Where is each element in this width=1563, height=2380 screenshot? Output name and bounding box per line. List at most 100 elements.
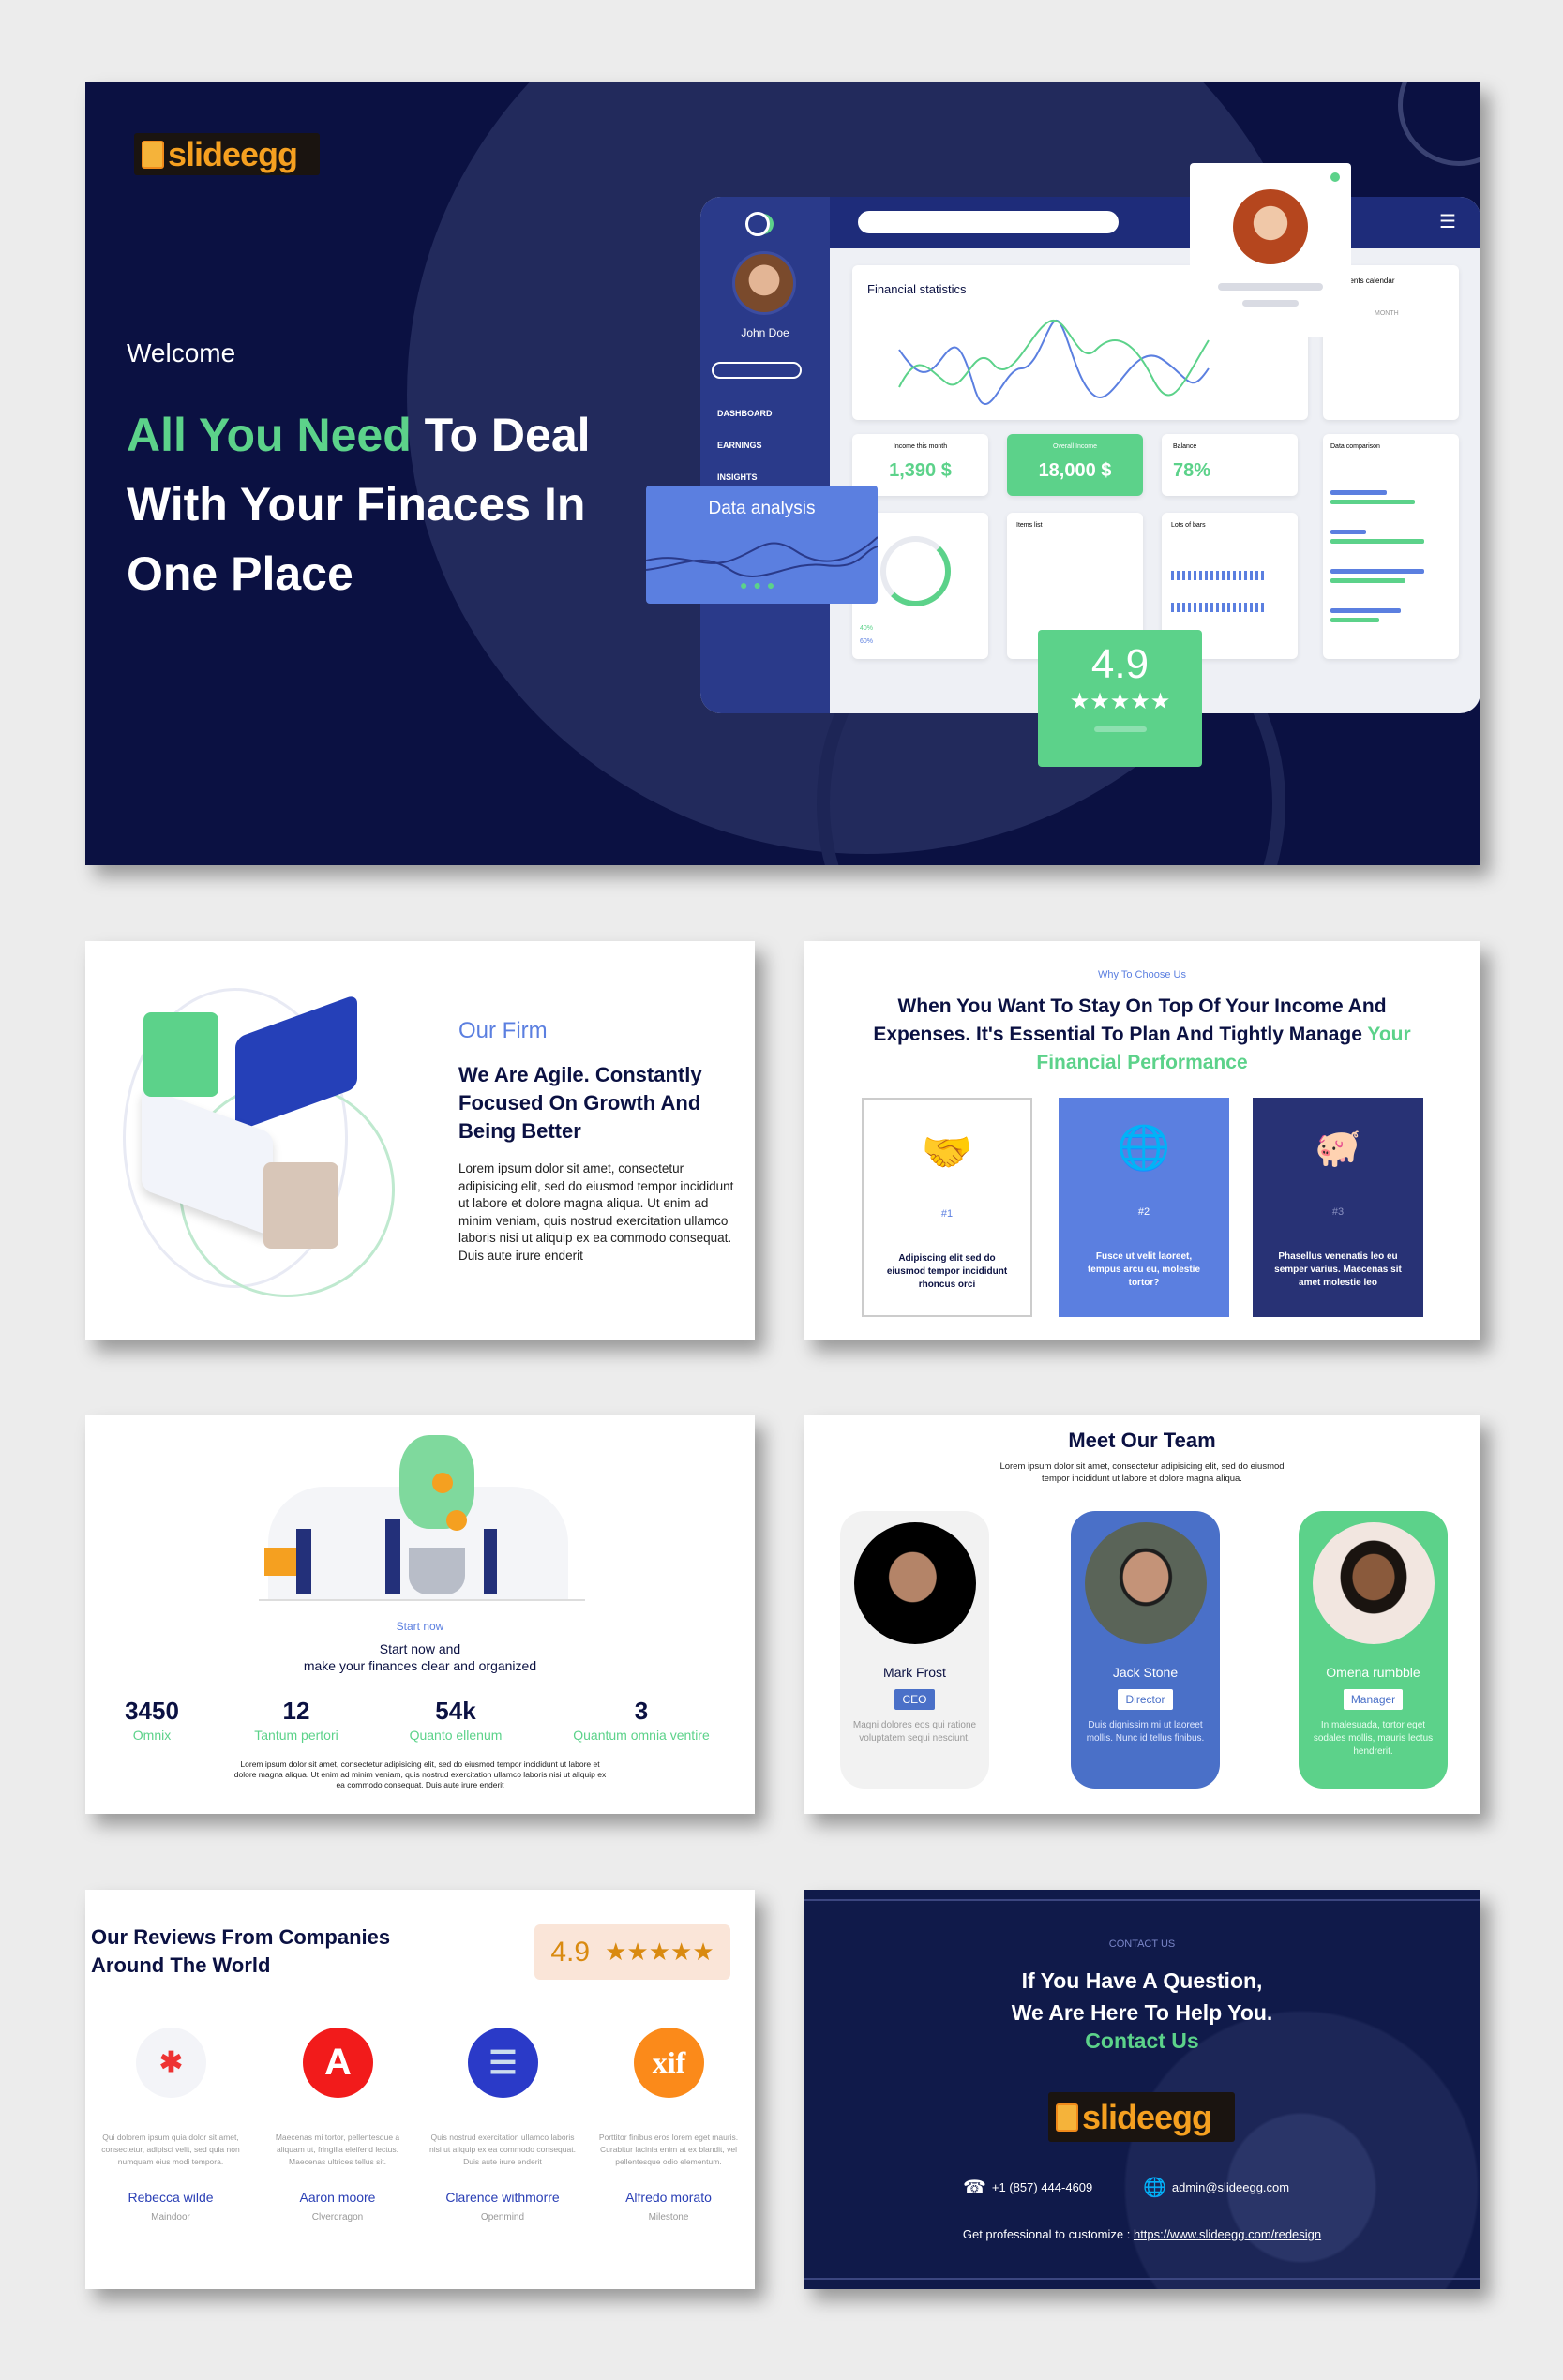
reviewer-company: Openmind [480,2212,525,2223]
money-tree-illustration [259,1435,585,1602]
rating-pill: 4.9 ★★★★★ [534,1924,730,1980]
divider-line [804,1899,1480,1901]
firm-heading: We Are Agile. Constantly Focused On Grow… [458,1063,702,1143]
sidebar-search[interactable] [712,362,802,379]
review-text: Qui dolorem ipsum quia dolor sit amet, c… [101,2133,240,2166]
team-photo [853,1522,976,1644]
reviewer-company: Clverdragon [311,2212,364,2223]
star-rating: ★★★★★ [1069,689,1171,714]
sidebar-item-dashboard[interactable]: DASHBOARD [717,409,773,418]
team-title: Meet Our Team [1068,1429,1216,1452]
reviewer-name: Alfredo morato [625,2190,712,2205]
why-eyebrow: Why To Choose Us [1098,969,1186,980]
why-heading: When You Want To Stay On Top Of Your Inc… [873,995,1411,1073]
firm-body: Lorem ipsum dolor sit amet, consectetur … [458,1161,734,1263]
rating-value: 4.9 [550,1936,591,1968]
email-address: admin@slideegg.com [1171,2180,1290,2194]
stat-label: Quanto ellenum [409,1728,503,1743]
card-title: Data analysis [708,499,816,518]
member-name: Jack Stone [1112,1665,1179,1680]
reviews-slide: Our Reviews From Companies Around The Wor… [85,1890,755,2289]
letter-a-logo-icon: A [303,2028,373,2098]
contact-eyebrow: CONTACT US [1108,1938,1176,1950]
role-badge: Manager [1343,1689,1404,1710]
member-desc: In malesuada, tortor eget sodales mollis… [1313,1720,1434,1757]
review-text: Porttitor finibus eros lorem eget mauris… [598,2133,739,2166]
review-text: Quis nostrud exercitation ullamco labori… [429,2133,576,2166]
why-card-1: 🤝 #1 Adipiscing elit sed do eiusmod temp… [862,1098,1032,1317]
card-title: Lots of bars [1171,522,1206,529]
team-slide: Meet Our Team Lorem ipsum dolor sit amet… [804,1415,1480,1814]
card-number: #1 [940,1208,954,1220]
phone-contact[interactable]: ☎ +1 (857) 444-4609 [963,2176,1092,2199]
card-label: Income this month [893,443,948,450]
legend-item: 60% [860,638,874,645]
role-badge: Director [1118,1689,1173,1710]
rating-card: 4.9 ★★★★★ [1038,630,1202,767]
role-badge: CEO [894,1689,935,1710]
email-contact[interactable]: 🌐 admin@slideegg.com [1143,2176,1289,2199]
card-label: Balance [1173,443,1197,450]
dashboard-header: ☰ [830,197,1480,248]
review-text: Maecenas mi tortor, pellentesque a aliqu… [275,2133,400,2166]
member-name: Mark Frost [883,1665,946,1680]
slideegg-logo: slideegg [1048,2092,1235,2142]
why-choose-us-slide: Why To Choose Us When You Want To Stay O… [804,941,1480,1340]
start-body: Lorem ipsum dolor sit amet, consectetur … [233,1759,607,1789]
hero-slide: slideegg Welcome All You Need To Deal Wi… [85,82,1480,865]
person-photo [143,1012,218,1097]
person-photo [263,1162,338,1249]
card-title: Data comparison [1330,443,1380,450]
app-logo-icon [745,212,770,236]
pinwheel-logo-icon: ✱ [136,2028,206,2098]
phone-icon: ☎ [963,2178,986,2198]
our-firm-slide: Our Firm We Are Agile. Constantly Focuse… [85,941,755,1340]
star-rating: ★★★★★ [605,1938,714,1966]
data-analysis-card: Data analysis ●●● [646,486,878,604]
card-text: Adipiscing elit sed do eiusmod tempor in… [886,1253,1008,1290]
start-title: Start now and make your finances clear an… [303,1641,537,1673]
member-desc: Magni dolores eos qui ratione voluptatem… [852,1720,977,1744]
globe-map-icon: 🌐 [1117,1123,1171,1172]
welcome-text: Welcome [127,338,236,367]
firm-eyebrow: Our Firm [458,1018,548,1043]
card-label: Overall Income [1052,443,1098,450]
handshake-icon: 🤝 [921,1130,973,1175]
team-photo [1312,1522,1435,1644]
team-subtitle: Lorem ipsum dolor sit amet, consectetur … [999,1461,1285,1484]
card-value: 1,390 $ [889,460,952,481]
sidebar-item-earnings[interactable]: EARNINGS [717,441,762,450]
reviewer-name: Rebecca wilde [128,2190,214,2205]
stat-label: Quantum omnia ventire [573,1728,710,1743]
reviews-title: Our Reviews From Companies Around The Wor… [91,1925,391,1977]
card-title: Items list [1016,522,1043,529]
team-card-jack-stone: Jack Stone Director Duis dignissim mi ut… [1071,1511,1220,1789]
stack-logo-icon: ☰ [468,2028,538,2098]
reviewer-name: Clarence withmorre [445,2190,560,2205]
menu-icon[interactable]: ☰ [1439,210,1456,233]
card-number: #2 [1137,1206,1150,1218]
sidebar-item-insights[interactable]: INSIGHTS [717,472,758,482]
card-value: 18,000 $ [1038,460,1112,481]
card-number: #3 [1331,1206,1345,1218]
hero-headline: All You Need To Deal With Your Finaces I… [127,409,591,600]
card-value: 78% [1173,460,1211,481]
customize-link[interactable]: https://www.slideegg.com/redesign [1134,2227,1321,2241]
dashboard-sidebar: John Doe DASHBOARD EARNINGS INSIGHTS [700,197,830,713]
search-input[interactable] [858,211,1119,233]
card-title: Financial statistics [867,282,967,296]
card-text: Phasellus venenatis leo eu semper varius… [1274,1251,1402,1288]
data-comparison-card: Data comparison [1323,434,1459,659]
avatar [1233,189,1308,264]
start-eyebrow: Start now [396,1620,444,1633]
why-card-3: 🐖 #3 Phasellus venenatis leo eu semper v… [1253,1098,1423,1317]
team-card-omena-rumbble: Omena rumbble Manager In malesuada, tort… [1299,1511,1448,1789]
globe-icon: 🌐 [1143,2178,1166,2198]
decor-ring-small [1398,82,1480,166]
wave-chart [646,536,878,577]
phone-number: +1 (857) 444-4609 [991,2180,1093,2194]
contact-slide: CONTACT US If You Have A Question, We Are… [804,1890,1480,2289]
contact-us-button[interactable]: Contact Us [804,2028,1480,2054]
stat-value: 3 [634,1697,649,1725]
firm-illustration [123,988,395,1297]
